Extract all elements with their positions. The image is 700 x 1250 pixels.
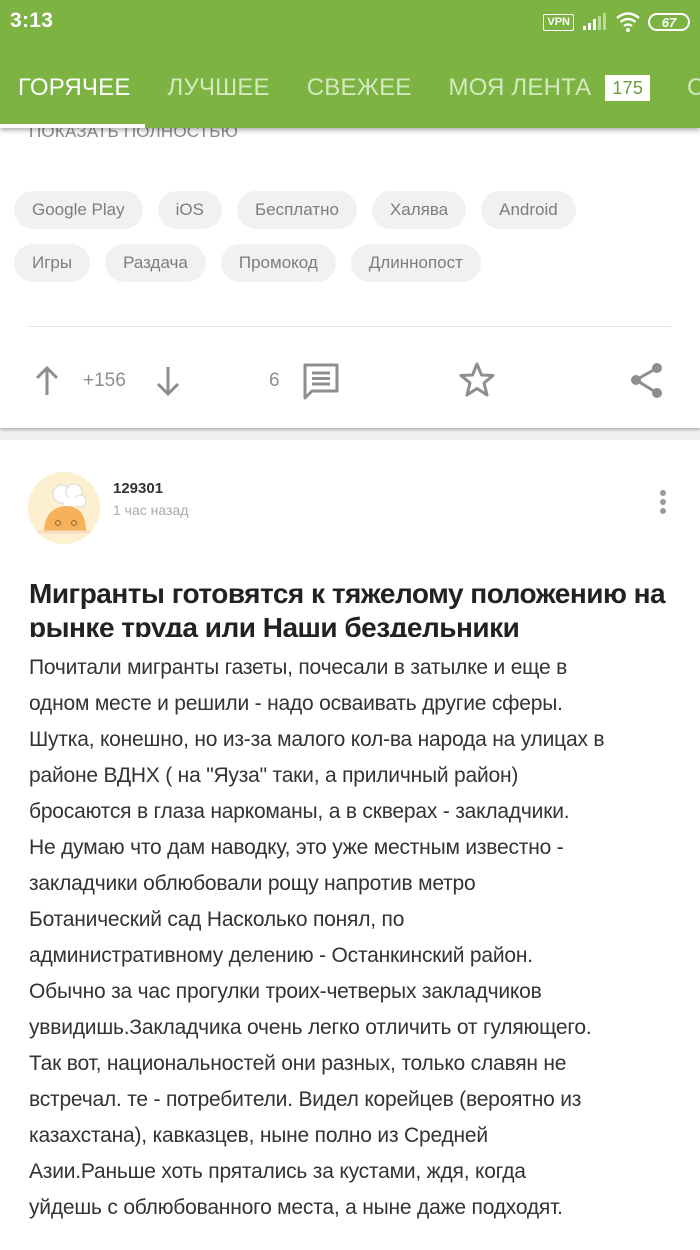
tag[interactable]: Раздача (105, 244, 206, 282)
body-line: Обычно за час прогулки троих-четверых за… (29, 980, 542, 1003)
chef-avatar-icon (28, 472, 100, 544)
tag-row-1: Google Play iOS Бесплатно Халява Android (14, 191, 694, 229)
body-line: административному делению - Останкинский… (29, 944, 533, 967)
post-title[interactable]: Мигранты готовятся к тяжелому положению … (29, 577, 679, 637)
rating: +156 (83, 370, 126, 391)
post-actions: +156 6 (0, 358, 700, 402)
body-line: бросаются в глаза наркоманы, а в скверах… (29, 800, 570, 823)
tab-bar: ГОРЯЧЕЕ ЛУЧШЕЕ СВЕЖЕЕ МОЯ ЛЕНТА 175 СО (0, 68, 700, 108)
body-line: Не думаю что дам наводку, это уже местны… (29, 836, 564, 859)
tags: Google Play iOS Бесплатно Халява Android… (14, 191, 694, 297)
author-name[interactable]: 129301 (113, 480, 163, 497)
comments-count: 6 (269, 370, 280, 391)
status-time: 3:13 (10, 9, 54, 32)
body-line: Ботанический сад Насколько понял, по (29, 908, 405, 931)
divider (29, 326, 671, 327)
star-icon (459, 362, 495, 397)
status-bar: 3:13 VPN 67 (0, 0, 700, 44)
battery-icon: 67 (648, 13, 690, 31)
more-options-button[interactable] (658, 490, 668, 514)
tab-my-feed[interactable]: МОЯ ЛЕНТА 175 (449, 74, 651, 102)
body-line: районе ВДНХ ( на "Яуза" таки, а приличны… (29, 764, 519, 787)
body-line: Шутка, конешно, но из-за малого кол-ва н… (29, 728, 605, 751)
tab-hot[interactable]: ГОРЯЧЕЕ (18, 74, 131, 102)
body-line: Так вот, национальностей они разных, тол… (29, 1052, 567, 1075)
tag[interactable]: Промокод (220, 244, 336, 282)
body-line: казахстана), кавказцев, ныне полно из Ср… (29, 1124, 488, 1147)
post-body: Почитали мигранты газеты, почесали в зат… (29, 650, 679, 1226)
share-button[interactable] (628, 360, 666, 400)
tab-communities[interactable]: СО (687, 74, 700, 102)
body-line: встречал. те - потребители. Видел корейц… (29, 1088, 582, 1111)
downvote-button[interactable] (155, 366, 181, 396)
tag[interactable]: iOS (157, 191, 222, 229)
body-line: закладчики облюбовали рощу напротив метр… (29, 872, 476, 895)
active-tab-indicator (0, 124, 145, 128)
app-bar: 3:13 VPN 67 ГОРЯЧЕЕ ЛУЧШЕЕ СВЕЖЕЕ МОЯ ЛЕ… (0, 0, 700, 128)
tag[interactable]: Google Play (14, 191, 143, 229)
post-time: 1 час назад (113, 502, 189, 518)
body-line: уйдешь с облюбованного места, а ныне даж… (29, 1196, 563, 1219)
tab-label: СВЕЖЕЕ (306, 74, 412, 101)
post-card: 129301 1 час назад Мигранты готовятся к … (0, 440, 700, 1250)
share-icon (631, 363, 662, 398)
body-line: Почитали мигранты газеты, почесали в зат… (29, 656, 568, 679)
tag[interactable]: Игры (14, 244, 91, 282)
tag[interactable]: Android (481, 191, 576, 229)
signal-icon (583, 13, 606, 30)
tag[interactable]: Халява (371, 191, 467, 229)
body-line: одном месте и решили - надо осваивать др… (29, 692, 563, 715)
tag-row-2: Игры Раздача Промокод Длиннопост (14, 244, 694, 282)
comment-icon (303, 363, 339, 400)
tab-best[interactable]: ЛУЧШЕЕ (168, 74, 270, 102)
arrow-down-icon (156, 367, 180, 396)
feed-count-badge: 175 (605, 75, 651, 101)
more-vert-icon-dot (660, 508, 666, 514)
save-button[interactable] (457, 360, 497, 400)
tab-label: МОЯ ЛЕНТА (448, 74, 592, 101)
vpn-icon: VPN (543, 13, 574, 31)
upvote-button[interactable] (34, 366, 60, 396)
arrow-up-icon (35, 366, 59, 395)
comments-button[interactable] (302, 362, 340, 400)
wifi-icon (616, 12, 640, 32)
status-icons: VPN 67 (543, 12, 690, 32)
body-line: уввидишь.Закладчика очень легко отличить… (29, 1016, 592, 1039)
body-line: Азии.Раньше хоть прятались за кустами, ж… (29, 1160, 526, 1183)
tag[interactable]: Длиннопост (350, 244, 481, 282)
tab-label: ЛУЧШЕЕ (167, 74, 270, 101)
tab-label: СО (687, 74, 700, 101)
tab-fresh[interactable]: СВЕЖЕЕ (307, 74, 412, 102)
more-vert-icon-dot (660, 499, 666, 505)
tag[interactable]: Бесплатно (236, 191, 357, 229)
avatar[interactable] (28, 472, 100, 544)
previous-post-card: ПОКАЗАТЬ ПОЛНОСТЬЮ Google Play iOS Беспл… (0, 110, 700, 428)
tab-label: ГОРЯЧЕЕ (18, 74, 131, 101)
more-vert-icon (660, 490, 666, 496)
